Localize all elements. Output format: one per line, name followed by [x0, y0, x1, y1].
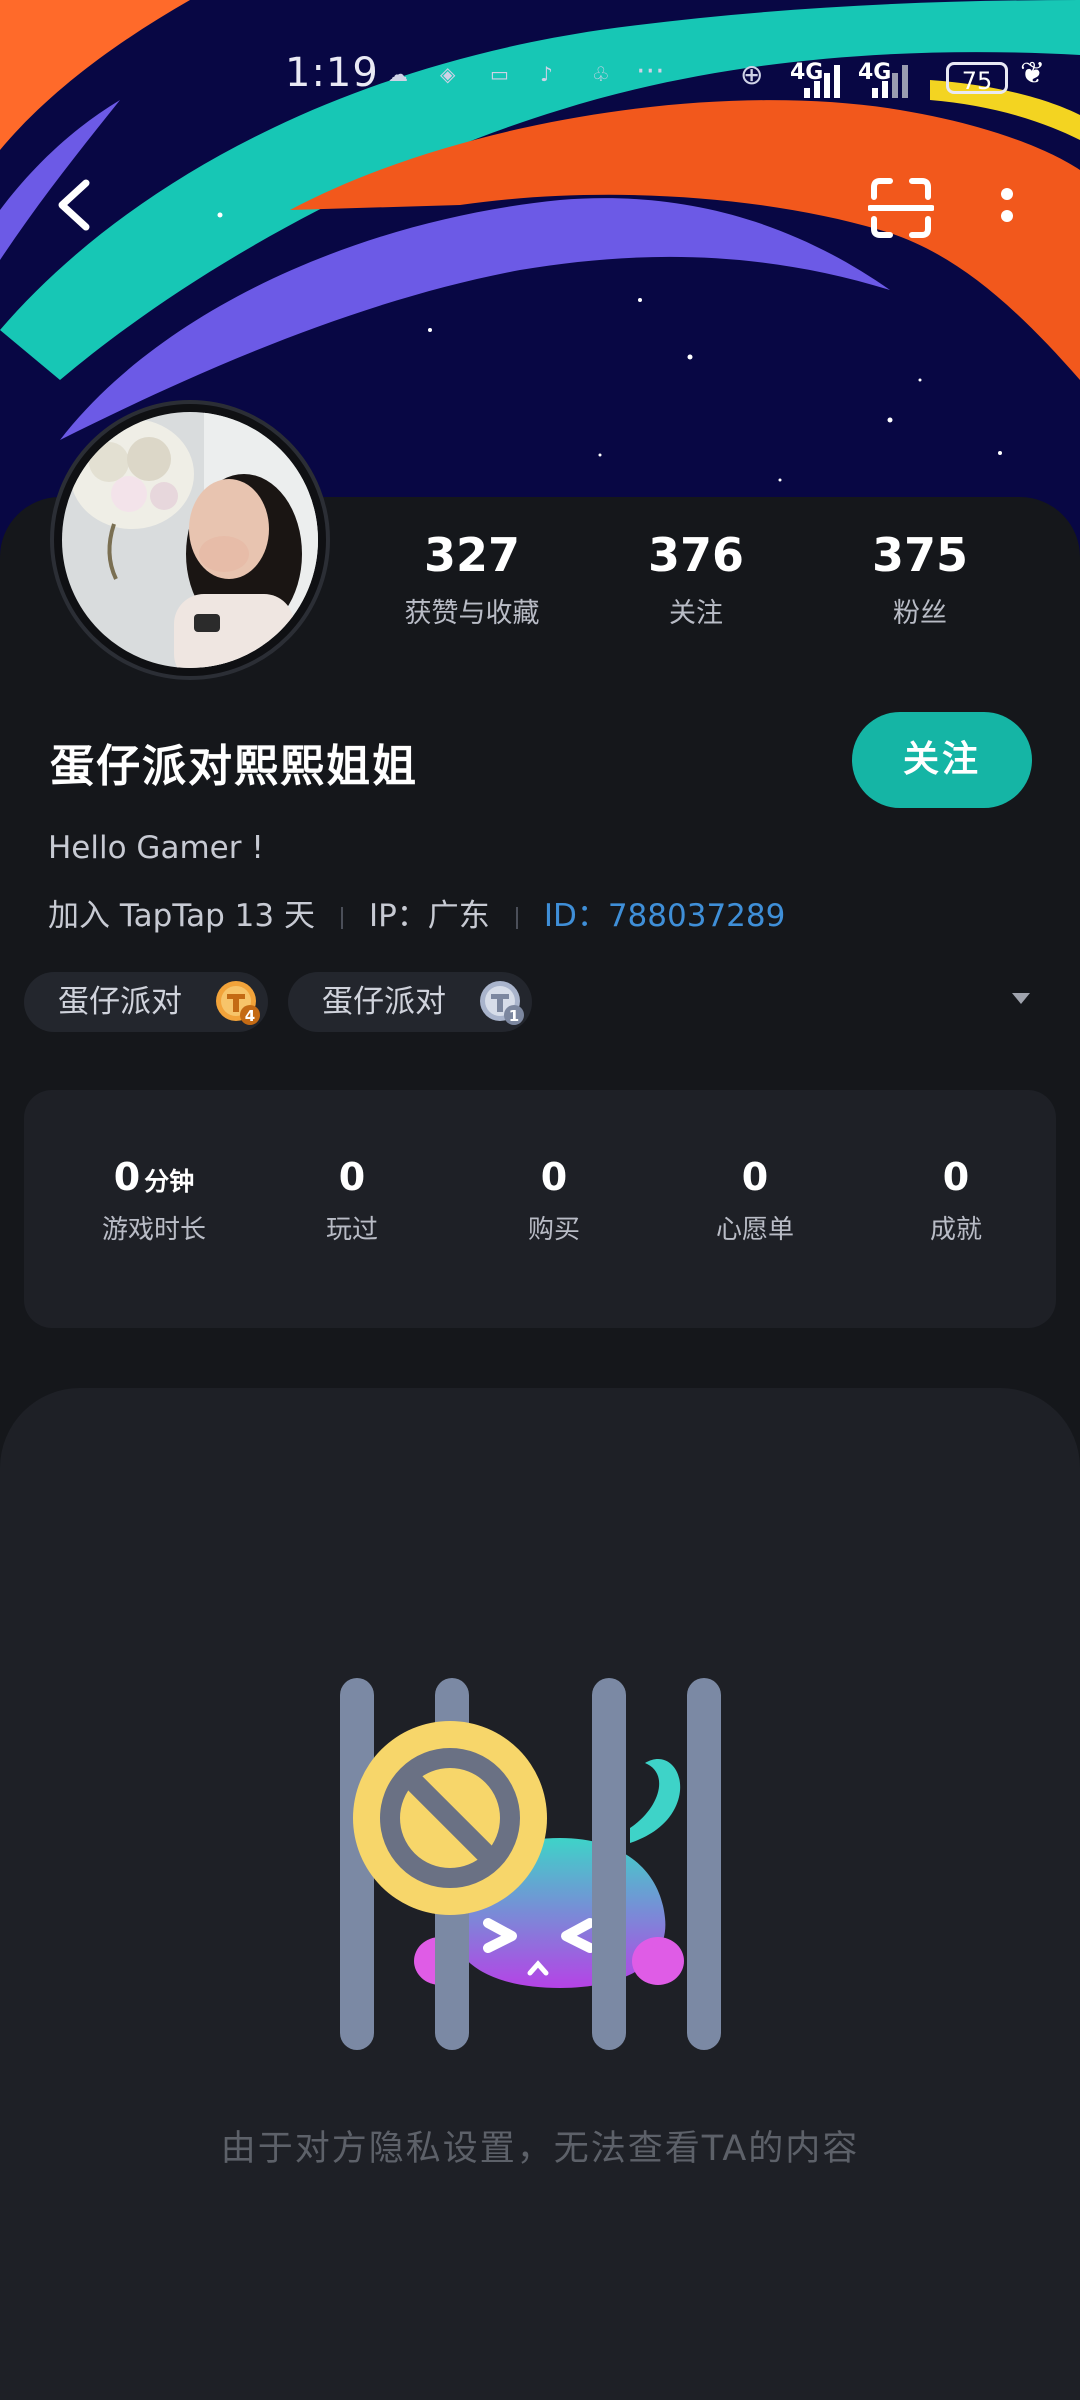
- stat-label: 玩过: [325, 1215, 378, 1245]
- divider: [340, 906, 343, 929]
- back-button[interactable]: [48, 175, 108, 235]
- nickname: 蛋仔派对熙熙姐姐: [50, 741, 418, 792]
- badge-level: 1: [509, 1007, 519, 1025]
- stat-label: 游戏时长: [101, 1215, 206, 1245]
- avatar[interactable]: [50, 400, 330, 680]
- divider: [515, 906, 518, 929]
- stat-following[interactable]: 376 关注: [596, 525, 796, 630]
- stat-unit: 分钟: [144, 1167, 195, 1196]
- stat-value: 375: [871, 528, 969, 582]
- stat-playtime[interactable]: 0 分钟 游戏时长: [64, 1155, 244, 1246]
- level-medal-icon: 1: [480, 981, 524, 1025]
- stat-value: 0: [113, 1155, 141, 1199]
- ip-location: IP：广东: [368, 898, 490, 934]
- badge-label: 蛋仔派对: [58, 984, 182, 1020]
- privacy-panel: 由于对方隐私设置，无法查看TA的内容: [0, 1388, 1080, 2400]
- game-stats-panel: 0 分钟 游戏时长 0 玩过 0 购买 0 心愿单 0 成就: [24, 1090, 1056, 1328]
- bio: Hello Gamer !: [48, 830, 264, 866]
- status-bar: 1:19 ☁ ◈ ▭ ♪ ♧ ··· ⊕ 4G 4G 75 ❦: [0, 40, 1080, 120]
- more-options-button[interactable]: [990, 180, 1024, 240]
- stat-purchased[interactable]: 0 购买: [464, 1155, 644, 1246]
- stat-label: 成就: [929, 1215, 982, 1245]
- follow-button[interactable]: 关注: [852, 712, 1032, 808]
- stat-label: 关注: [669, 598, 723, 629]
- leaf-icon: ❦: [1020, 56, 1046, 91]
- stat-label: 获赞与收藏: [404, 598, 540, 629]
- stat-wishlist[interactable]: 0 心愿单: [665, 1155, 845, 1246]
- more-notifications-icon: ···: [636, 54, 665, 89]
- privacy-locked-illustration: [340, 1678, 721, 2050]
- stat-value: 0: [338, 1155, 366, 1199]
- stat-likes[interactable]: 327 获赞与收藏: [372, 525, 572, 630]
- stat-value: 327: [423, 528, 521, 582]
- stat-value: 0: [540, 1155, 568, 1199]
- chevron-left-icon: [58, 179, 90, 231]
- avatar-image: [62, 412, 318, 668]
- notification-icon: ♪: [540, 62, 553, 86]
- stat-followers[interactable]: 375 粉丝: [820, 525, 1020, 630]
- notification-icon: ▭: [490, 62, 509, 86]
- stat-achievements[interactable]: 0 成就: [866, 1155, 1046, 1246]
- stat-played[interactable]: 0 玩过: [262, 1155, 442, 1246]
- badge-level: 4: [245, 1007, 255, 1025]
- signal-icon: [872, 65, 908, 98]
- scan-icon: [867, 178, 935, 238]
- stat-value: 376: [647, 528, 745, 582]
- battery-level: 75: [961, 67, 993, 95]
- stat-label: 心愿单: [715, 1215, 794, 1245]
- user-id-value: 788037289: [607, 898, 786, 934]
- notification-icon: ♧: [592, 62, 610, 86]
- signal-icon: [804, 65, 840, 98]
- game-badge[interactable]: 蛋仔派对 4: [24, 972, 268, 1032]
- stat-value: 0: [741, 1155, 769, 1199]
- user-id[interactable]: ID：788037289: [544, 898, 786, 934]
- level-medal-icon: 4: [216, 981, 260, 1025]
- game-badge[interactable]: 蛋仔派对 1: [288, 972, 532, 1032]
- join-info: 加入 TapTap 13 天: [48, 898, 315, 934]
- stat-value: 0: [942, 1155, 970, 1199]
- privacy-message: 由于对方隐私设置，无法查看TA的内容: [220, 2129, 860, 2169]
- notification-icon: ◈: [440, 62, 456, 86]
- more-vertical-icon: [1001, 188, 1013, 222]
- badge-label: 蛋仔派对: [322, 984, 446, 1020]
- scan-button[interactable]: [867, 175, 935, 241]
- user-id-label: ID：: [543, 898, 608, 934]
- battery-icon: 75: [946, 62, 1008, 95]
- chevron-down-icon[interactable]: [1012, 993, 1030, 1004]
- hd-call-icon: ⊕: [740, 58, 764, 91]
- clock: 1:19: [285, 50, 379, 96]
- notification-icon: ☁: [388, 62, 408, 86]
- stat-label: 购买: [527, 1215, 580, 1245]
- profile-meta: 加入 TapTap 13 天 IP：广东 ID：788037289: [48, 890, 785, 935]
- stat-label: 粉丝: [893, 598, 947, 629]
